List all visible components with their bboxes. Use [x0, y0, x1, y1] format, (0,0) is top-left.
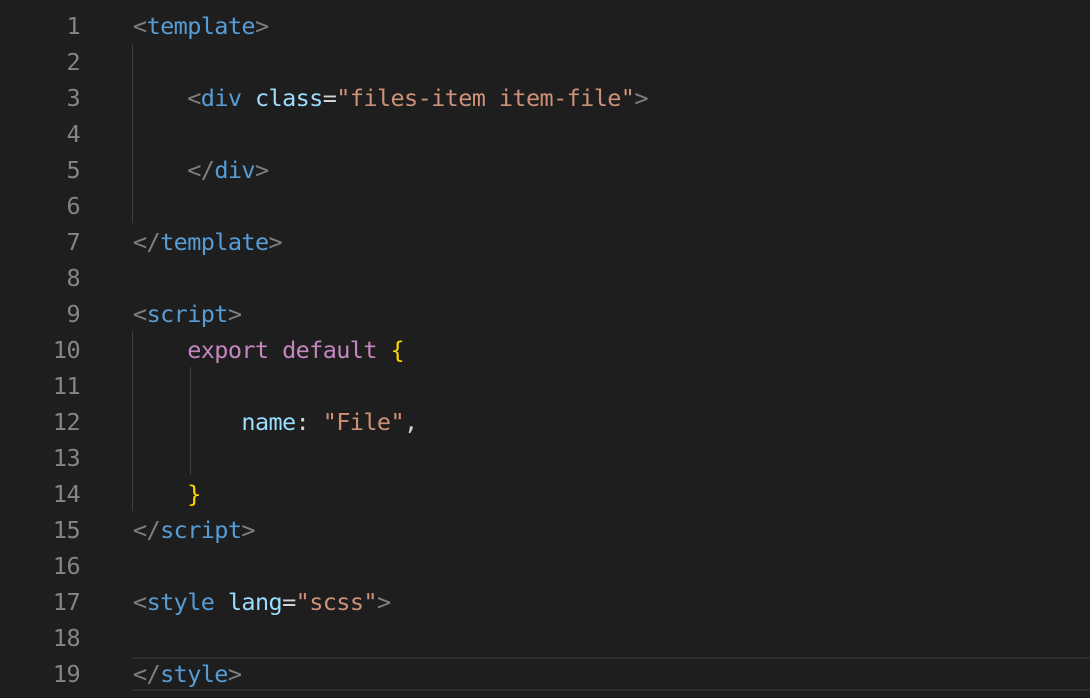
- code-token: lang: [227, 588, 283, 616]
- code-line[interactable]: 2: [0, 44, 1090, 80]
- code-line[interactable]: 18: [0, 620, 1090, 656]
- code-token: <: [133, 300, 147, 328]
- line-number: 1: [66, 12, 80, 40]
- line-number: 15: [52, 516, 81, 544]
- code-token: export: [187, 336, 269, 364]
- line-number: 14: [52, 480, 81, 508]
- code-token: name: [241, 408, 296, 436]
- code-line[interactable]: 16: [0, 548, 1090, 584]
- code-token: style: [160, 660, 228, 688]
- code-token: script: [160, 516, 242, 544]
- code-line[interactable]: 19 </style>: [0, 656, 1090, 692]
- code-token: >: [227, 660, 242, 688]
- line-number: 18: [52, 624, 81, 652]
- line-number: 17: [52, 588, 81, 616]
- line-code[interactable]: <template>: [133, 8, 269, 44]
- code-line[interactable]: 13: [0, 440, 1090, 476]
- code-line[interactable]: 14 }: [0, 476, 1090, 512]
- line-number: 11: [52, 372, 81, 400]
- line-number: 16: [52, 552, 81, 580]
- line-number: 2: [66, 48, 80, 76]
- code-token: >: [634, 84, 648, 112]
- code-token: >: [241, 516, 255, 544]
- code-line[interactable]: 9 <script>: [0, 296, 1090, 332]
- line-number: 8: [66, 264, 80, 292]
- code-token: {: [390, 336, 405, 364]
- code-line[interactable]: 12 name: "File",: [0, 404, 1090, 440]
- code-line[interactable]: 4: [0, 116, 1090, 152]
- code-token: script: [146, 300, 229, 328]
- code-token: >: [227, 300, 242, 328]
- code-token: class: [254, 84, 323, 112]
- code-token: </: [133, 228, 161, 256]
- code-token: =: [322, 84, 337, 112]
- line-number: 5: [66, 156, 80, 184]
- code-token: </: [133, 660, 161, 688]
- code-token: "File": [322, 408, 405, 436]
- code-line[interactable]: 7 </template>: [0, 224, 1090, 260]
- line-code[interactable]: </template>: [133, 224, 283, 260]
- code-line[interactable]: 15 </script>: [0, 512, 1090, 548]
- code-token: style: [146, 588, 215, 616]
- code-token: }: [187, 480, 201, 508]
- line-number: 3: [66, 84, 80, 112]
- code-line[interactable]: 11: [0, 368, 1090, 404]
- line-number: 12: [52, 408, 81, 436]
- line-code[interactable]: export default {: [133, 332, 404, 368]
- code-token: div: [200, 84, 242, 112]
- code-token: =: [282, 588, 296, 616]
- line-number: 6: [66, 192, 80, 220]
- code-token: <: [133, 588, 147, 616]
- code-token: </: [133, 516, 161, 544]
- code-token: >: [268, 228, 283, 256]
- line-code[interactable]: </style>: [133, 656, 242, 692]
- code-line[interactable]: 6: [0, 188, 1090, 224]
- line-number: 10: [52, 336, 81, 364]
- line-code[interactable]: <div class="files-item item-file">: [133, 80, 648, 116]
- code-line[interactable]: 10 export default {: [0, 332, 1090, 368]
- code-token: "scss": [295, 588, 378, 616]
- code-token: :: [295, 408, 323, 436]
- line-code[interactable]: </script>: [133, 512, 256, 548]
- line-code[interactable]: <script>: [133, 296, 242, 332]
- code-token: >: [376, 588, 391, 616]
- code-token: <: [187, 84, 201, 112]
- code-token: "files-item item-file": [336, 84, 635, 112]
- line-code[interactable]: <style lang="scss">: [133, 584, 391, 620]
- line-code[interactable]: name: "File",: [133, 404, 418, 440]
- code-token: >: [254, 156, 269, 184]
- code-token: >: [254, 12, 269, 40]
- code-line[interactable]: 1 <template>: [0, 8, 1090, 44]
- line-code[interactable]: }: [133, 476, 201, 512]
- line-number: 9: [66, 300, 80, 328]
- line-code[interactable]: </div>: [133, 152, 269, 188]
- code-token: default: [282, 336, 377, 364]
- line-number: 7: [66, 228, 80, 256]
- code-token: </: [187, 156, 215, 184]
- code-token: ,: [404, 408, 418, 436]
- code-line[interactable]: 8: [0, 260, 1090, 296]
- line-number: 19: [52, 660, 81, 688]
- code-line[interactable]: 3 <div class="files-item item-file">: [0, 80, 1090, 116]
- line-number: 13: [52, 444, 81, 472]
- code-line[interactable]: 5 </div>: [0, 152, 1090, 188]
- code-token: <: [133, 12, 147, 40]
- line-number: 4: [66, 120, 80, 148]
- code-token: template: [146, 12, 256, 40]
- code-editor[interactable]: 1 <template> 2 3 <div class="files-item ite…: [0, 0, 1090, 698]
- code-token: template: [160, 228, 269, 256]
- code-line[interactable]: 17 <style lang="scss">: [0, 584, 1090, 620]
- code-token: div: [214, 156, 255, 184]
